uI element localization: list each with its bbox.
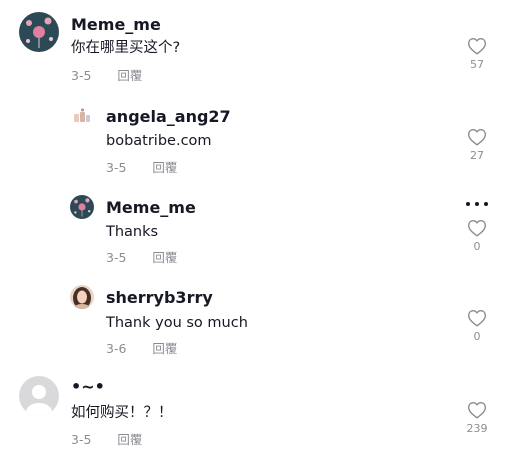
like-button[interactable]: 239 <box>462 401 492 436</box>
balloon-avatar-image <box>19 12 59 52</box>
comment-meta: 3-5 回覆 <box>106 160 177 176</box>
comment-meta: 3-5 回覆 <box>71 432 142 448</box>
comment-meta: 3-5 回覆 <box>106 250 177 266</box>
reply-item: angela_ang27 bobatribe.com 3-5 回覆 27 <box>0 95 507 185</box>
user-avatar[interactable] <box>70 105 94 129</box>
comment-username[interactable]: angela_ang27 <box>106 107 231 127</box>
comment-date: 3-5 <box>106 250 127 265</box>
like-count: 57 <box>470 58 484 71</box>
heart-outline-icon <box>467 37 487 55</box>
comment-item: Meme_me 你在哪里买这个? 3-5 回覆 57 <box>0 0 507 90</box>
reply-button[interactable]: 回覆 <box>117 432 142 448</box>
like-button[interactable]: 57 <box>462 37 492 72</box>
reply-button[interactable]: 回覆 <box>152 250 177 266</box>
like-count: 0 <box>473 330 481 343</box>
user-avatar[interactable] <box>19 12 59 52</box>
comment-text: 如何购买！？！ <box>71 405 173 421</box>
like-count: 0 <box>473 240 481 253</box>
like-count: 27 <box>470 149 484 162</box>
comment-meta: 3-6 回覆 <box>106 341 177 357</box>
comment-text: Thank you so much <box>106 315 248 331</box>
reply-item: Meme_me Thanks 3-5 回覆 0 <box>0 185 507 275</box>
more-dot <box>484 202 488 206</box>
reply-item: sherryb3rry Thank you so much 3-6 回覆 0 <box>0 275 507 365</box>
reply-button[interactable]: 回覆 <box>152 341 177 357</box>
default-avatar-image <box>19 376 59 416</box>
heart-outline-icon <box>467 219 487 237</box>
like-button[interactable]: 0 <box>462 219 492 254</box>
photo-avatar-image <box>70 285 94 309</box>
comment-date: 3-5 <box>71 432 92 447</box>
like-count: 239 <box>466 422 488 435</box>
reply-button[interactable]: 回覆 <box>152 160 177 176</box>
more-dot <box>466 202 470 206</box>
comment-username[interactable]: •~• <box>71 377 105 397</box>
comment-date: 3-5 <box>71 68 92 83</box>
like-button[interactable]: 0 <box>462 309 492 344</box>
heart-outline-icon <box>467 128 487 146</box>
drink-avatar-image <box>70 105 94 129</box>
balloon-avatar-image <box>70 195 94 219</box>
user-avatar[interactable] <box>70 195 94 219</box>
comment-username[interactable]: sherryb3rry <box>106 288 213 308</box>
comment-date: 3-6 <box>106 341 127 356</box>
user-avatar[interactable] <box>70 285 94 309</box>
comment-text: Thanks <box>106 224 159 240</box>
more-options-icon[interactable] <box>464 198 490 210</box>
heart-outline-icon <box>467 309 487 327</box>
user-avatar[interactable] <box>19 376 59 416</box>
more-dot <box>475 202 479 206</box>
like-button[interactable]: 27 <box>462 128 492 163</box>
comment-text: bobatribe.com <box>106 133 212 149</box>
reply-button[interactable]: 回覆 <box>117 68 142 84</box>
comment-meta: 3-5 回覆 <box>71 68 142 84</box>
comment-date: 3-5 <box>106 160 127 175</box>
comment-item: •~• 如何购买！？！ 3-5 回覆 239 <box>0 366 507 455</box>
comment-username[interactable]: Meme_me <box>71 15 161 35</box>
comment-text: 你在哪里买这个? <box>71 40 181 56</box>
heart-outline-icon <box>467 401 487 419</box>
comment-username[interactable]: Meme_me <box>106 198 196 218</box>
